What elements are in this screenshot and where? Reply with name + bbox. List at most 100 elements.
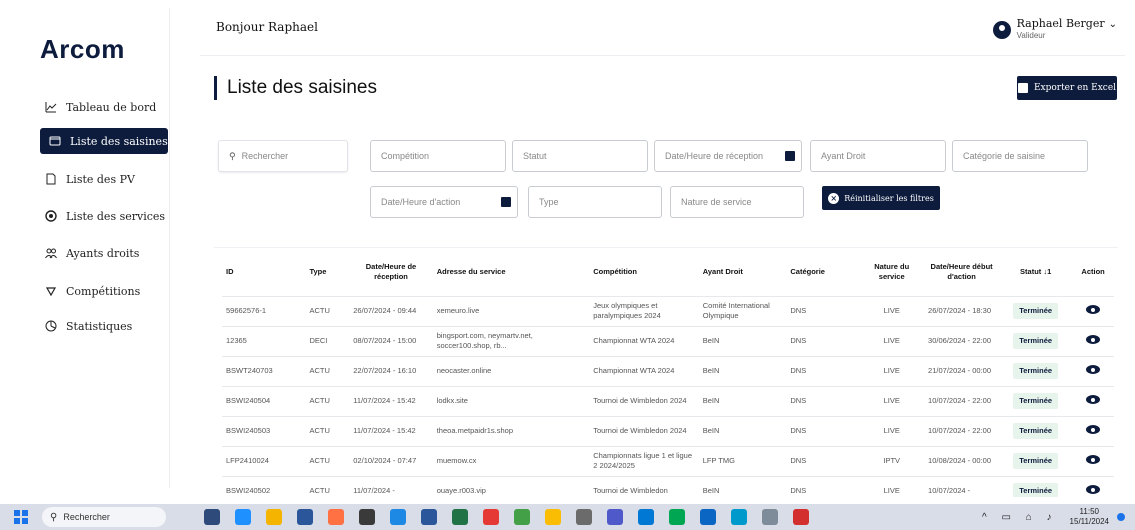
statut-select[interactable]: Statut <box>512 140 648 172</box>
cell-categorie: DNS <box>786 295 860 326</box>
top-header: Bonjour Raphael Raphael Berger ⌄ Valideur <box>200 8 1125 56</box>
col-header-competition[interactable]: Compétition <box>589 248 699 296</box>
table-row[interactable]: BSWI240503 ACTU 11/07/2024 - 15:42 theoa.me… <box>222 415 1114 446</box>
type-select[interactable]: Type <box>528 186 662 218</box>
export-excel-button[interactable]: Exporter en Excel <box>1017 76 1117 100</box>
date-reception-field[interactable]: Date/Heure de réception <box>654 140 802 172</box>
eye-icon[interactable] <box>1086 305 1101 314</box>
cell-date-reception: 11/07/2024 - <box>349 475 433 497</box>
app-icon[interactable] <box>576 509 592 525</box>
eye-icon[interactable] <box>1086 485 1101 495</box>
clock[interactable]: 11:50 15/11/2024 <box>1070 507 1109 527</box>
calendar-icon[interactable] <box>495 187 517 217</box>
eye-icon[interactable] <box>1086 335 1101 344</box>
table-header-row: ID Type Date/Heure de réception Adresse … <box>222 248 1114 296</box>
table-row[interactable]: BSWI240504 ACTU 11/07/2024 - 15:42 lodkx.si… <box>222 385 1114 416</box>
eye-icon[interactable] <box>1086 455 1101 464</box>
col-header-type[interactable]: Type <box>305 248 349 296</box>
folder-icon[interactable] <box>266 509 282 525</box>
cell-nature: LIVE <box>859 355 925 386</box>
nature-service-select[interactable]: Nature de service <box>670 186 804 218</box>
table-row[interactable]: BSWT240703 ACTU 22/07/2024 - 16:10 neocaste… <box>222 355 1114 386</box>
app-icon[interactable] <box>483 509 499 525</box>
sidebar-item-liste-des-pv[interactable]: Liste des PV <box>36 166 166 192</box>
table-row[interactable]: BSWI240502 ACTU 11/07/2024 - ouaye.r003.vip… <box>222 475 1114 497</box>
cell-id: BSWT240703 <box>222 355 306 386</box>
cell-statut: Terminée <box>999 295 1073 326</box>
col-header-nature[interactable]: Nature du service <box>859 248 924 296</box>
ayant-droit-select[interactable]: Ayant Droit <box>810 140 946 172</box>
col-header-categorie[interactable]: Catégorie <box>786 248 859 296</box>
folder-icon <box>48 134 62 148</box>
cell-date-action: 10/08/2024 - 00:00 <box>924 445 1000 476</box>
col-header-ayant-droit[interactable]: Ayant Droit <box>699 248 787 296</box>
app-icon[interactable] <box>297 509 313 525</box>
excel-icon[interactable] <box>452 509 468 525</box>
cell-date-action: 26/07/2024 - 18:30 <box>924 295 1000 326</box>
cell-type: ACTU <box>305 385 350 416</box>
sidebar-item-label: Tableau de bord <box>66 100 157 114</box>
app-icon[interactable] <box>514 509 530 525</box>
sidebar-item-tableau-de-bord[interactable]: Tableau de bord <box>36 94 166 120</box>
clock-time: 11:50 <box>1079 507 1099 516</box>
competition-select[interactable]: Compétition <box>370 140 506 172</box>
cell-categorie: DNS <box>786 325 860 356</box>
calendar-icon[interactable] <box>779 141 801 171</box>
cell-id: 12365 <box>222 325 306 356</box>
col-header-id[interactable]: ID <box>222 248 305 296</box>
table-row[interactable]: 12365 DECI 08/07/2024 - 15:00 bingsport.com… <box>222 325 1114 356</box>
sidebar-item-liste-des-services[interactable]: Liste des services <box>36 203 166 229</box>
app-icon[interactable] <box>731 509 747 525</box>
date-action-field[interactable]: Date/Heure d'action <box>370 186 518 218</box>
eye-icon[interactable] <box>1086 365 1101 374</box>
sidebar-item-liste-des-saisines[interactable]: Liste des saisines <box>40 128 168 154</box>
sidebar-item-label: Liste des saisines <box>70 134 168 148</box>
status-badge: Terminée <box>1013 393 1059 409</box>
word-icon[interactable] <box>421 509 437 525</box>
teams-icon[interactable] <box>607 509 623 525</box>
windows-taskbar: ⚲ Rechercher ^ ▭ ⌂ ♪ 11:50 15/11/2024 <box>0 504 1135 530</box>
cell-statut: Terminée <box>999 325 1073 356</box>
cell-date-action: 10/07/2024 - 22:00 <box>924 415 1000 446</box>
eye-icon[interactable] <box>1086 395 1101 404</box>
date-reception-placeholder: Date/Heure de réception <box>665 151 764 161</box>
search-input[interactable]: ⚲ Rechercher <box>218 140 348 172</box>
status-badge: Terminée <box>1013 363 1059 379</box>
notification-icon[interactable] <box>1117 513 1125 521</box>
chrome-icon[interactable] <box>545 509 561 525</box>
app-icon[interactable] <box>390 509 406 525</box>
app-icon[interactable] <box>669 509 685 525</box>
app-icon[interactable] <box>359 509 375 525</box>
user-menu[interactable]: Raphael Berger ⌄ Valideur <box>992 18 1117 41</box>
col-header-date-reception[interactable]: Date/Heure de réception <box>349 248 432 296</box>
app-icon[interactable] <box>700 509 716 525</box>
taskbar-search-input[interactable]: ⚲ Rechercher <box>42 507 166 527</box>
users-icon <box>44 246 58 260</box>
search-placeholder: Rechercher <box>241 151 289 161</box>
cell-ayant-droit: BeIN <box>698 415 787 446</box>
categorie-select[interactable]: Catégorie de saisine <box>952 140 1088 172</box>
col-header-statut[interactable]: Statut ↓1 <box>999 248 1072 296</box>
cell-adresse: bingsport.com, neymartv.net, soccer100.s… <box>432 325 590 356</box>
app-icon[interactable] <box>235 509 251 525</box>
col-header-adresse[interactable]: Adresse du service <box>433 248 589 296</box>
pdf-icon[interactable] <box>793 509 809 525</box>
col-header-date-action[interactable]: Date/Heure début d'action <box>924 248 999 296</box>
taskbar-apps <box>204 509 824 525</box>
tray-icons[interactable]: ^ ▭ ⌂ ♪ <box>982 512 1058 523</box>
eye-icon[interactable] <box>1086 425 1101 434</box>
sidebar-item-statistiques[interactable]: Statistiques <box>36 313 166 339</box>
cell-date-action: 10/07/2024 - <box>924 475 1000 497</box>
app-icon[interactable] <box>328 509 344 525</box>
app-icon[interactable] <box>204 509 220 525</box>
sidebar-item-ayants-droits[interactable]: Ayants droits <box>36 240 166 266</box>
reset-filters-button[interactable]: × Réinitialiser les filtres <box>822 186 940 210</box>
edge-icon[interactable] <box>638 509 654 525</box>
sidebar-item-competitions[interactable]: Compétitions <box>36 278 166 304</box>
table-row[interactable]: LFP2410024 ACTU 02/10/2024 - 07:47 muemow.c… <box>222 445 1114 476</box>
windows-start-icon[interactable] <box>14 510 28 524</box>
app-icon[interactable] <box>762 509 778 525</box>
table-row[interactable]: 59662576-1 ACTU 26/07/2024 - 09:44 xemeuro.… <box>222 295 1114 326</box>
cell-competition: Tournoi de Wimbledon 2024 <box>589 415 699 446</box>
cell-date-reception: 26/07/2024 - 09:44 <box>349 295 433 326</box>
